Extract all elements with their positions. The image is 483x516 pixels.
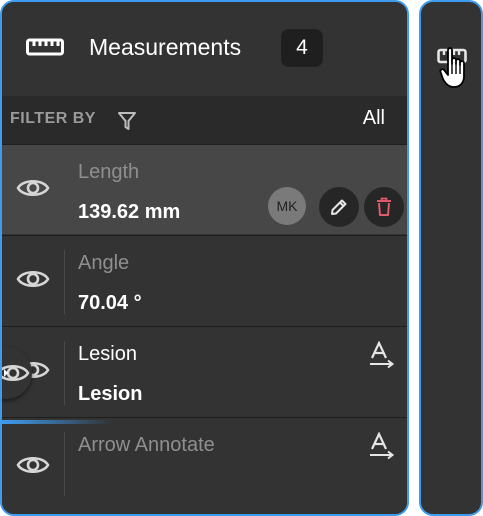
- panel-title: Measurements: [89, 34, 242, 60]
- eye-icon: [2, 364, 30, 382]
- avatar: MK: [268, 187, 306, 225]
- measurement-label: Lesion: [78, 343, 137, 365]
- count-badge: 4: [281, 29, 323, 67]
- filter-value-select[interactable]: All: [363, 107, 385, 130]
- panel-header: Measurements 4: [2, 2, 407, 96]
- text-annotation-icon[interactable]: [368, 341, 396, 369]
- eye-icon[interactable]: [16, 267, 50, 291]
- text-annotation-icon[interactable]: [368, 432, 396, 460]
- measurement-value: 139.62 mm: [78, 201, 181, 223]
- eye-icon[interactable]: [16, 176, 50, 200]
- measurement-label: Arrow Annotate: [78, 434, 215, 456]
- filter-label: FILTER BY: [10, 110, 96, 127]
- list-item-length[interactable]: Length 139.62 mm MK: [2, 144, 407, 234]
- drop-indicator: [2, 420, 112, 424]
- toolbar-panel: [419, 0, 483, 516]
- filter-icon[interactable]: [117, 110, 137, 132]
- row-divider: [64, 432, 65, 496]
- hand-pointer-icon: [439, 47, 465, 88]
- delete-button[interactable]: [364, 187, 404, 227]
- measurement-label: Angle: [78, 252, 130, 274]
- row-divider: [64, 250, 65, 314]
- list-item-angle[interactable]: Angle 70.04 °: [2, 235, 407, 325]
- list-item-arrow-annotate[interactable]: Arrow Annotate: [2, 417, 407, 514]
- trash-icon: [377, 197, 391, 216]
- filter-bar: FILTER BY All: [2, 96, 407, 144]
- ruler-icon[interactable]: [26, 35, 64, 59]
- edit-button[interactable]: [319, 187, 359, 227]
- measurement-label: Length: [78, 161, 140, 183]
- eye-icon[interactable]: [16, 453, 50, 477]
- drag-handle[interactable]: [2, 347, 32, 399]
- list-item-lesion[interactable]: Lesion Lesion: [2, 326, 407, 416]
- measurement-value: Lesion: [78, 383, 143, 405]
- measurement-value: 70.04 °: [78, 292, 142, 314]
- row-divider: [64, 341, 65, 405]
- measurements-panel: Measurements 4 FILTER BY All Length 139.…: [0, 0, 409, 516]
- pencil-icon: [331, 199, 347, 215]
